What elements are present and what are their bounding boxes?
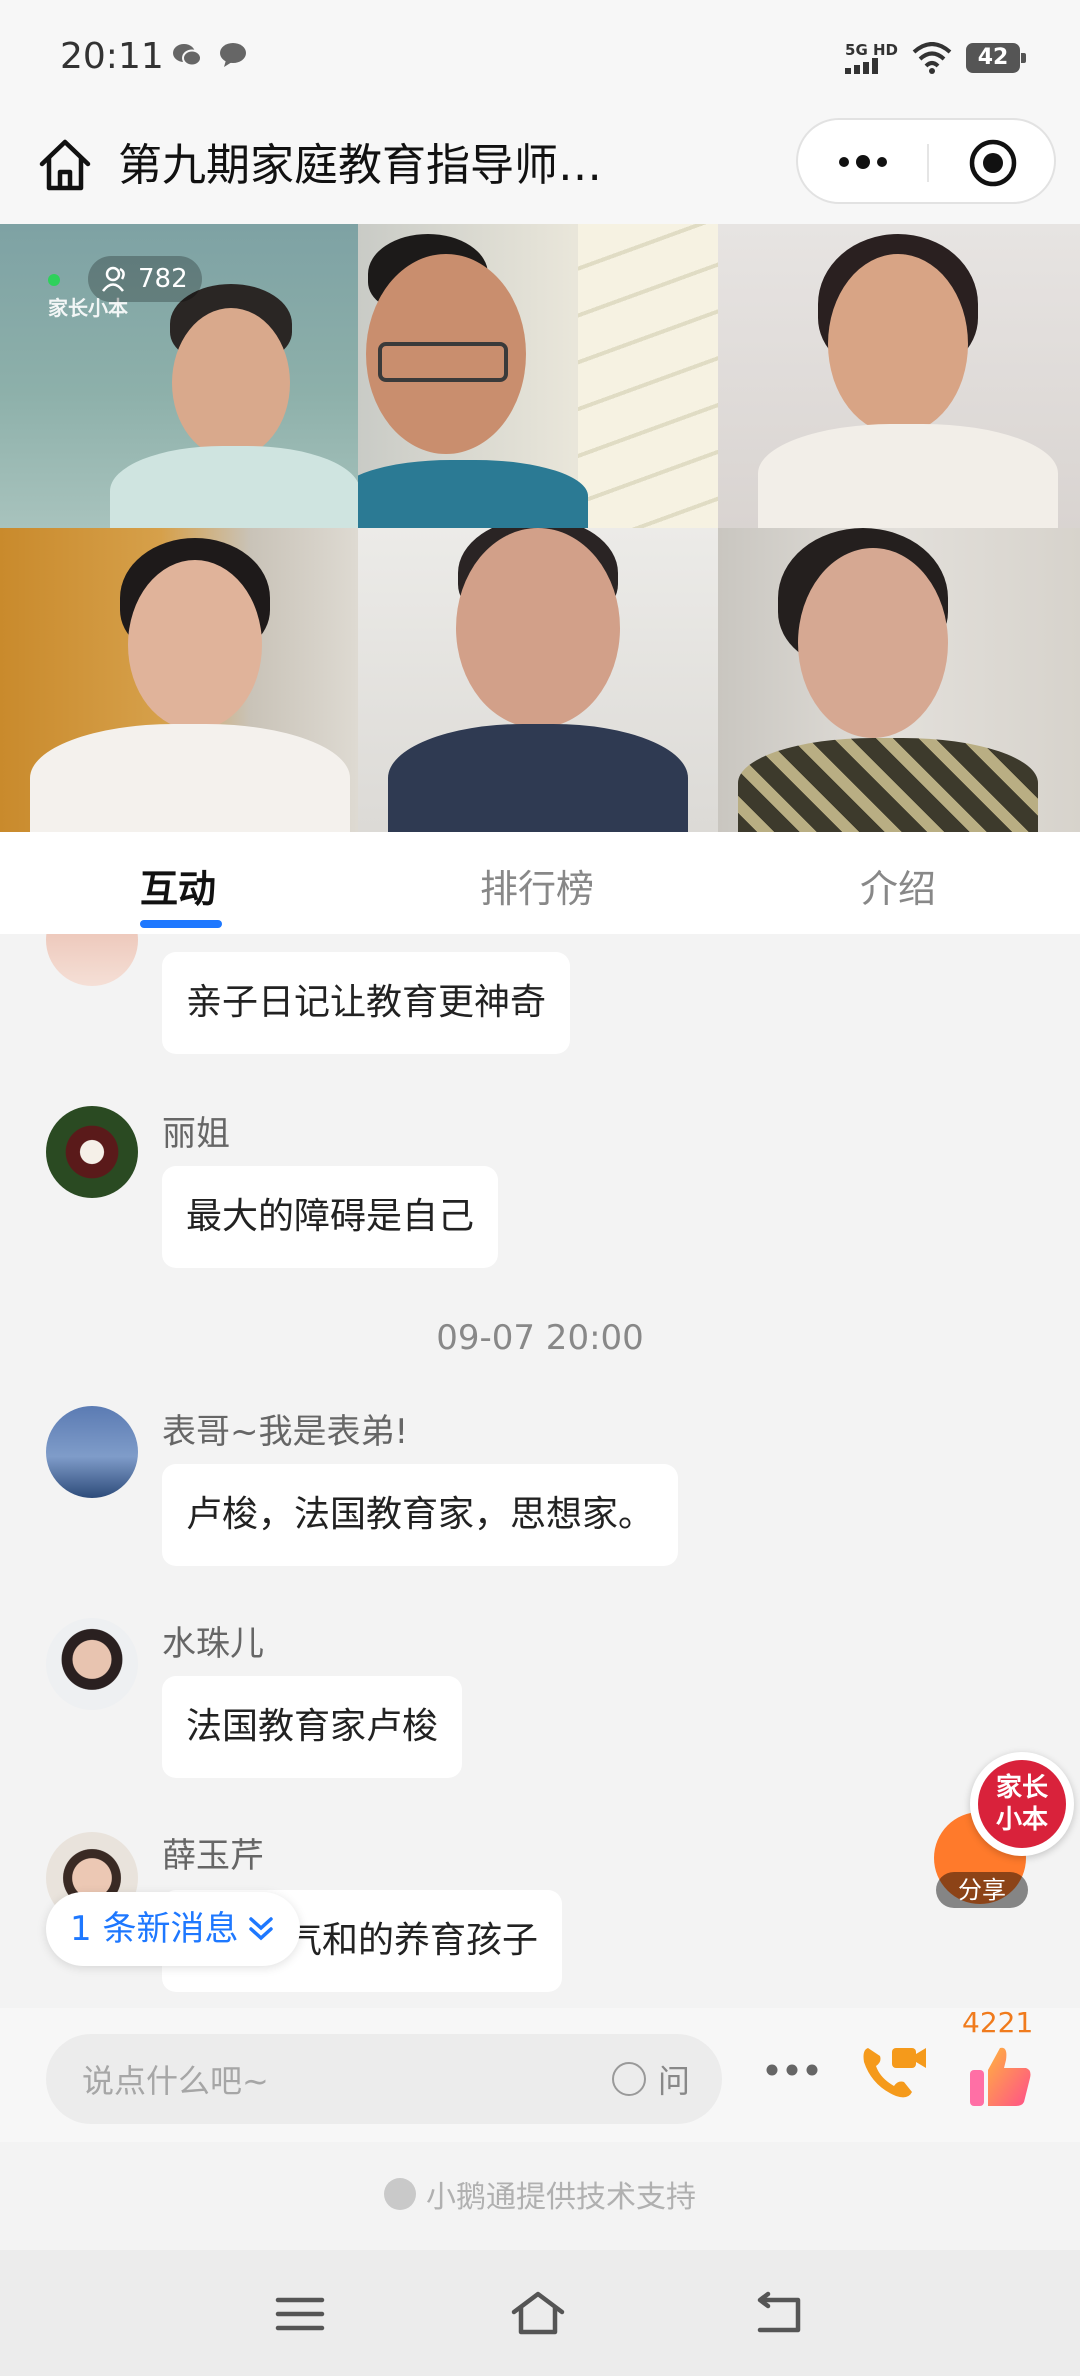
support-text: 小鹅通提供技术支持	[426, 2180, 696, 2215]
video-tile-3[interactable]	[718, 224, 1080, 528]
miniprogram-capsule	[796, 118, 1056, 204]
message-bubble: 法国教育家卢梭	[162, 1676, 463, 1778]
page-title: 第九期家庭教育指导师…	[118, 140, 602, 191]
video-call-icon[interactable]	[858, 2040, 930, 2104]
home-icon[interactable]	[34, 134, 96, 196]
tab-leaderboard[interactable]: 排行榜	[480, 858, 594, 913]
tab-interaction[interactable]: 互动	[140, 858, 216, 913]
person-torso	[30, 724, 350, 832]
signal-group: 5G HD	[845, 40, 898, 74]
message-nickname: 丽姐	[162, 1114, 230, 1154]
person-torso	[110, 446, 358, 528]
tab-bar: 互动 排行榜 介绍	[0, 832, 1080, 934]
radio-icon	[611, 2062, 646, 2096]
tech-support-footer: 小鹅通提供技术支持	[0, 2172, 1080, 2216]
video-tile-host[interactable]: 家长小本 782	[0, 224, 358, 528]
video-grid: 家长小本 782	[0, 224, 1080, 832]
video-tile-4[interactable]	[0, 528, 358, 832]
viewer-count-badge: 782	[88, 256, 202, 302]
double-chevron-down-icon	[249, 1917, 274, 1941]
wifi-icon	[912, 42, 952, 74]
brand-line1: 家长	[995, 1773, 1048, 1803]
ask-label: 问	[657, 2062, 690, 2100]
brand-badge[interactable]: 家长 小本	[970, 1752, 1074, 1856]
avatar[interactable]	[46, 1618, 138, 1710]
video-tile-2[interactable]	[358, 224, 718, 528]
tab-active-indicator	[140, 920, 222, 928]
avatar[interactable]	[46, 934, 138, 986]
viewer-count: 782	[138, 264, 188, 294]
battery-indicator: 42	[966, 43, 1026, 73]
brand-logo: 家长 小本	[978, 1760, 1066, 1848]
person-torso	[388, 724, 688, 832]
person-face	[828, 254, 968, 434]
person-face	[456, 528, 620, 728]
wechat-icon	[173, 44, 202, 67]
message-nickname: 水珠儿	[162, 1624, 264, 1664]
new-messages-label: 1 条新消息	[70, 1909, 239, 1949]
avatar[interactable]	[46, 1406, 138, 1498]
more-icon[interactable]	[764, 2062, 820, 2078]
message-nickname: 薛玉芹	[162, 1836, 264, 1876]
live-dot	[48, 274, 60, 286]
message-icon	[220, 43, 246, 67]
more-options-icon[interactable]	[836, 150, 890, 174]
system-nav-bar	[0, 2250, 1080, 2376]
nav-home-icon[interactable]	[510, 2288, 566, 2340]
status-bar: 20:11 5G HD 42	[0, 0, 1080, 112]
person-torso	[758, 424, 1058, 528]
input-bar: 说点什么吧~ 问 4221	[0, 2006, 1080, 2142]
xiaoetong-logo-icon	[384, 2178, 416, 2210]
back-icon[interactable]	[752, 2288, 808, 2340]
share-widget[interactable]: 分享 家长 小本	[934, 1752, 1074, 1922]
video-tile-5[interactable]	[358, 528, 718, 832]
status-time: 20:11	[60, 36, 164, 77]
brand-line2: 小本	[995, 1805, 1048, 1835]
tab-introduction[interactable]: 介绍	[860, 858, 936, 913]
person-face	[128, 560, 262, 730]
signal-icon	[845, 57, 879, 74]
share-label[interactable]: 分享	[936, 1872, 1028, 1908]
person-face	[798, 548, 948, 738]
message-bubble: 最大的障碍是自己	[162, 1166, 499, 1268]
message-nickname: 表哥~我是表弟!	[162, 1412, 409, 1452]
avatar[interactable]	[46, 1106, 138, 1198]
video-tile-6[interactable]	[718, 528, 1080, 832]
capsule-divider	[927, 144, 929, 182]
person-torso	[738, 738, 1038, 832]
message-bubble: 亲子日记让教育更神奇	[162, 952, 571, 1054]
close-miniprogram-icon[interactable]	[968, 138, 1018, 188]
menu-icon[interactable]	[272, 2288, 328, 2340]
person-face	[172, 308, 290, 458]
thumbs-up-icon[interactable]	[966, 2042, 1034, 2110]
chat-list[interactable]: 亲子日记让教育更神奇 丽姐 最大的障碍是自己 09-07 20:00 表哥~我是…	[0, 934, 1080, 2008]
comment-input[interactable]: 说点什么吧~ 问	[46, 2034, 722, 2124]
message-bubble: 卢梭，法国教育家，思想家。	[162, 1464, 679, 1566]
title-bar: 第九期家庭教育指导师…	[0, 112, 1080, 224]
person-torso	[358, 460, 588, 528]
like-count: 4221	[962, 2006, 1034, 2039]
network-type: 5G HD	[845, 40, 898, 59]
glasses	[378, 342, 508, 382]
ask-question-toggle[interactable]: 问	[611, 2056, 690, 2102]
chat-timestamp: 09-07 20:00	[436, 1318, 644, 1358]
people-icon	[102, 266, 125, 292]
comment-placeholder: 说点什么吧~	[82, 2062, 269, 2100]
curtain-pattern	[578, 224, 718, 528]
status-indicators: 5G HD 42	[845, 38, 1026, 78]
new-messages-button[interactable]: 1 条新消息	[46, 1892, 301, 1966]
